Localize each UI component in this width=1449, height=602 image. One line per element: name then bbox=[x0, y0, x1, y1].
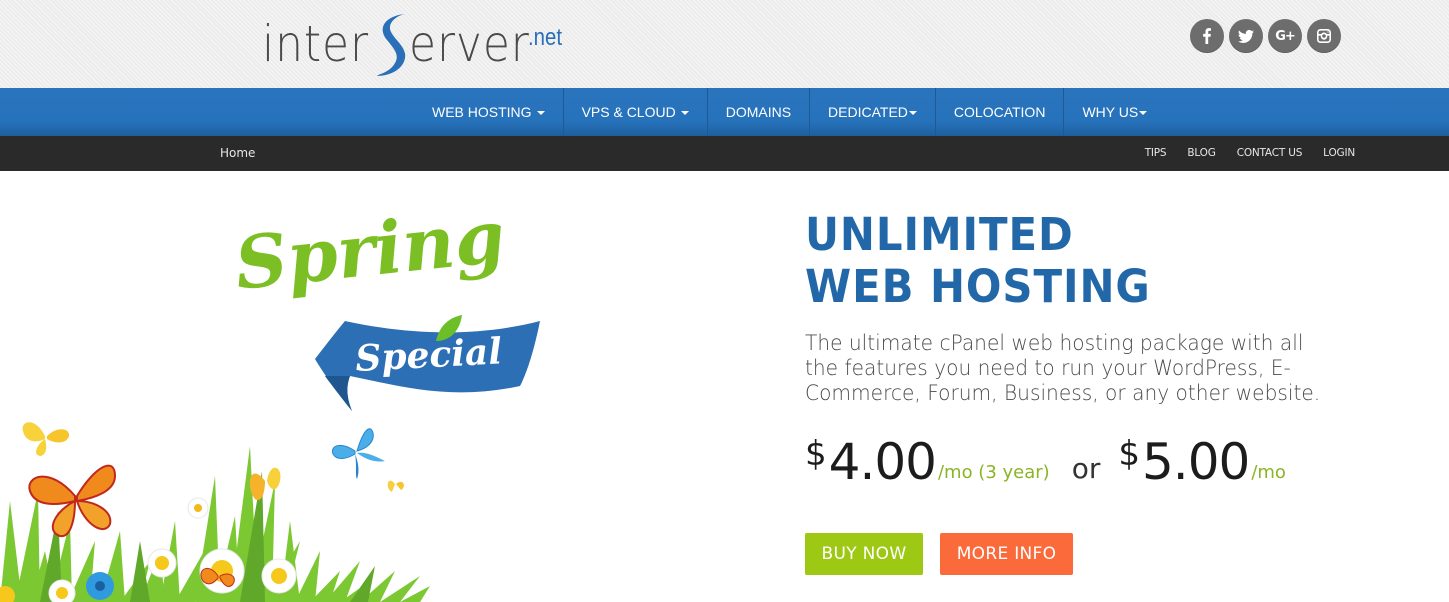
caret-down-icon bbox=[908, 111, 917, 115]
twitter-icon bbox=[1238, 29, 1254, 43]
price-3-year: $ 4.00 /mo (3 year) bbox=[805, 433, 1050, 491]
interserver-logo[interactable]: inter erver .net bbox=[262, 4, 568, 76]
promo-subtitle-text: Special bbox=[354, 330, 503, 380]
link-contact-us[interactable]: CONTACT US bbox=[1237, 136, 1303, 171]
caret-down-icon bbox=[1139, 111, 1148, 115]
price-monthly: $ 5.00 /mo bbox=[1118, 433, 1286, 491]
hero-description: The ultimate cPanel web hosting package … bbox=[805, 331, 1321, 405]
utility-links: TIPS BLOG CONTACT US LOGIN bbox=[1145, 136, 1356, 171]
nav-item-colocation[interactable]: COLOCATION bbox=[936, 88, 1065, 136]
price-amount: 5.00 bbox=[1141, 433, 1250, 491]
more-info-button[interactable]: MORE INFO bbox=[940, 533, 1073, 575]
nav-item-label: DOMAINS bbox=[725, 104, 792, 120]
currency-symbol: $ bbox=[805, 434, 827, 474]
link-blog[interactable]: BLOG bbox=[1187, 136, 1215, 171]
caret-down-icon bbox=[680, 111, 689, 115]
butterfly-blue bbox=[331, 428, 385, 479]
spring-special-illustration: Spring Special bbox=[0, 193, 540, 602]
site-header: inter erver .net G+ bbox=[0, 0, 1449, 88]
buy-now-button[interactable]: BUY NOW bbox=[805, 533, 923, 575]
promo-title-text: Spring bbox=[231, 193, 509, 306]
facebook-icon bbox=[1203, 28, 1211, 44]
nav-item-vps-cloud[interactable]: VPS & CLOUD bbox=[564, 88, 708, 136]
logo-text-inter: inter bbox=[262, 15, 369, 73]
nav-item-dedicated[interactable]: DEDICATED bbox=[810, 88, 936, 136]
price-period: /mo bbox=[1251, 462, 1286, 483]
google-plus-icon: G+ bbox=[1275, 28, 1296, 44]
link-login[interactable]: LOGIN bbox=[1323, 136, 1355, 171]
butterfly-orange bbox=[28, 464, 117, 538]
hero-banner: Spring Special UNLIMITED WEB HOSTING The… bbox=[0, 171, 1449, 602]
nav-item-label: DEDICATED bbox=[828, 104, 908, 120]
link-tips[interactable]: TIPS bbox=[1145, 136, 1167, 171]
nav-item-label: WHY US bbox=[1082, 104, 1139, 120]
nav-item-web-hosting[interactable]: WEB HOSTING bbox=[414, 88, 564, 136]
google-plus-button[interactable]: G+ bbox=[1268, 19, 1302, 53]
hero-title: UNLIMITED WEB HOSTING bbox=[805, 209, 1151, 313]
butterfly-yellow bbox=[22, 422, 70, 456]
price-period: /mo (3 year) bbox=[937, 462, 1050, 483]
nav-item-label: COLOCATION bbox=[953, 104, 1046, 120]
price-or-label: or bbox=[1071, 452, 1101, 485]
price-amount: 4.00 bbox=[828, 433, 937, 491]
hero-title-line-2: WEB HOSTING bbox=[805, 260, 1151, 313]
logo-text-erver: erver bbox=[408, 15, 530, 73]
caret-down-icon bbox=[536, 111, 545, 115]
butterfly-yellow-orange bbox=[249, 467, 281, 501]
pricing: $ 4.00 /mo (3 year) or $ 5.00 /mo bbox=[805, 421, 1286, 491]
instagram-button[interactable] bbox=[1307, 19, 1341, 53]
logo-text-net: .net bbox=[527, 24, 562, 51]
instagram-icon bbox=[1317, 29, 1331, 43]
sub-navigation: Home TIPS BLOG CONTACT US LOGIN bbox=[0, 136, 1449, 171]
butterfly-small-yellow bbox=[387, 480, 404, 492]
nav-item-label: VPS & CLOUD bbox=[581, 104, 676, 120]
nav-item-domains[interactable]: DOMAINS bbox=[708, 88, 811, 136]
hero-title-line-1: UNLIMITED bbox=[805, 208, 1074, 261]
twitter-button[interactable] bbox=[1229, 19, 1263, 53]
main-navigation: WEB HOSTING VPS & CLOUD DOMAINS DEDICATE… bbox=[0, 88, 1449, 136]
main-nav-list: WEB HOSTING VPS & CLOUD DOMAINS DEDICATE… bbox=[414, 88, 1165, 136]
nav-item-why-us[interactable]: WHY US bbox=[1064, 88, 1165, 136]
nav-item-label: WEB HOSTING bbox=[432, 104, 532, 120]
social-links: G+ bbox=[1190, 19, 1341, 53]
breadcrumb-home[interactable]: Home bbox=[220, 136, 255, 171]
facebook-button[interactable] bbox=[1190, 19, 1224, 53]
currency-symbol: $ bbox=[1118, 434, 1140, 474]
logo-s-swoosh-icon bbox=[376, 14, 405, 76]
